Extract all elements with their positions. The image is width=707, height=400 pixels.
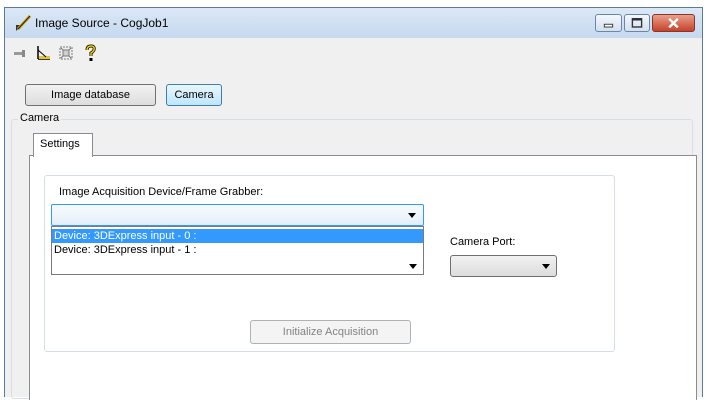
minimize-button[interactable] — [595, 14, 622, 32]
close-button[interactable] — [652, 14, 695, 32]
device-label: Image Acquisition Device/Frame Grabber: — [59, 186, 264, 198]
chevron-down-icon — [408, 213, 416, 218]
app-icon — [16, 14, 32, 31]
camera-port-select[interactable] — [450, 255, 557, 277]
tab-settings[interactable]: Settings — [33, 133, 93, 157]
camera-button[interactable]: Camera — [166, 84, 222, 106]
device-select[interactable] — [51, 204, 424, 226]
measure-tool-icon[interactable] — [34, 44, 52, 62]
region-tool-icon[interactable] — [57, 44, 75, 62]
camera-port-label: Camera Port: — [450, 236, 516, 248]
pin-icon[interactable] — [12, 44, 30, 62]
device-option[interactable]: Device: 3DExpress input - 1 : — [52, 243, 423, 257]
device-dropdown-list: Device: 3DExpress input - 0 : Device: 3D… — [51, 226, 424, 275]
chevron-down-icon — [542, 264, 550, 269]
device-option[interactable]: Device: 3DExpress input - 0 : — [52, 229, 423, 243]
maximize-icon — [631, 18, 643, 28]
initialize-acquisition-button[interactable]: Initialize Acquisition — [250, 320, 411, 344]
image-database-button[interactable]: Image database — [25, 84, 156, 106]
chevron-down-icon — [409, 264, 417, 269]
minimize-icon — [603, 23, 614, 28]
title-bar[interactable]: Image Source - CogJob1 — [5, 8, 702, 38]
maximize-button[interactable] — [624, 14, 650, 32]
help-icon[interactable] — [81, 44, 99, 62]
window-title: Image Source - CogJob1 — [35, 16, 169, 30]
close-icon — [668, 17, 679, 29]
camera-group-label: Camera — [18, 112, 62, 124]
